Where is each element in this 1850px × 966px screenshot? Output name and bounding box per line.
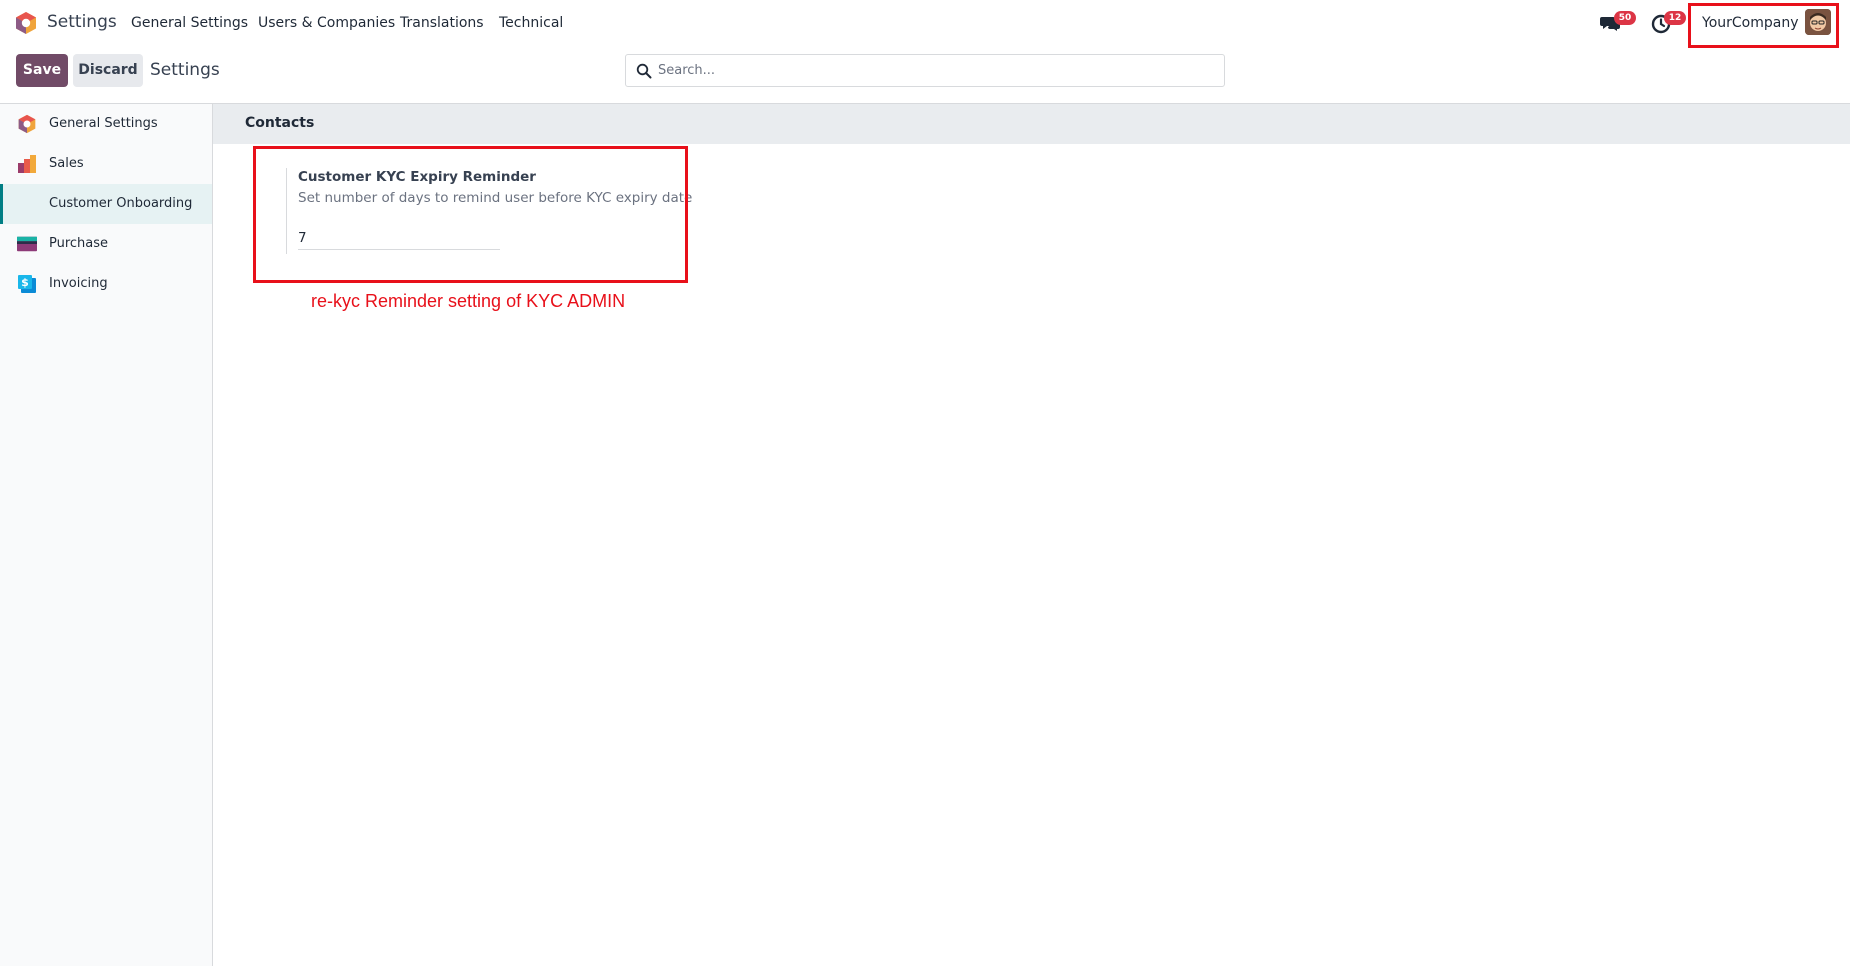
company-switcher[interactable]: YourCompany [1702,15,1799,31]
sidebar-item-customer-onboarding[interactable]: Customer Onboarding [0,184,212,224]
section-title: Contacts [245,115,315,131]
sidebar-item-label: Purchase [49,236,109,251]
setting-highlight-box [253,146,688,283]
messages-badge: 50 [1614,11,1636,25]
svg-text:$: $ [21,276,29,289]
menu-general-settings[interactable]: General Settings [131,15,248,31]
menu-users-companies[interactable]: Users & Companies [258,15,395,31]
sidebar-item-sales[interactable]: Sales [0,144,212,184]
sidebar-item-invoicing[interactable]: $ Invoicing [0,264,212,304]
section-header: Contacts [213,104,1850,144]
discard-button[interactable]: Discard [73,54,143,87]
settings-sidebar: General Settings Sales Customer Onboardi… [0,104,213,966]
sidebar-item-purchase[interactable]: Purchase [0,224,212,264]
purchase-card-icon [17,236,37,252]
sidebar-item-label: Customer Onboarding [49,196,193,211]
sidebar-item-general-settings[interactable]: General Settings [0,104,212,144]
avatar-face-icon [1805,9,1831,35]
sidebar-item-label: General Settings [49,116,158,131]
sidebar-item-label: Sales [49,156,84,171]
menu-translations[interactable]: Translations [400,15,484,31]
odoo-logo-icon [18,114,36,134]
user-avatar[interactable] [1805,9,1831,35]
annotation-text: re-kyc Reminder setting of KYC ADMIN [311,291,626,311]
search-input[interactable] [658,55,1218,86]
app-name[interactable]: Settings [47,12,117,32]
sales-chart-icon [18,155,36,173]
top-navbar: Settings General Settings Users & Compan… [0,0,1850,48]
menu-technical[interactable]: Technical [499,15,563,31]
activities-badge: 12 [1664,11,1686,25]
save-button[interactable]: Save [16,54,68,87]
page-title: Settings [150,60,220,80]
invoice-dollar-icon: $ [18,275,36,293]
sidebar-item-label: Invoicing [49,276,108,291]
odoo-logo-icon[interactable] [14,11,38,35]
search-icon [636,63,652,79]
search-bar[interactable] [625,54,1225,87]
